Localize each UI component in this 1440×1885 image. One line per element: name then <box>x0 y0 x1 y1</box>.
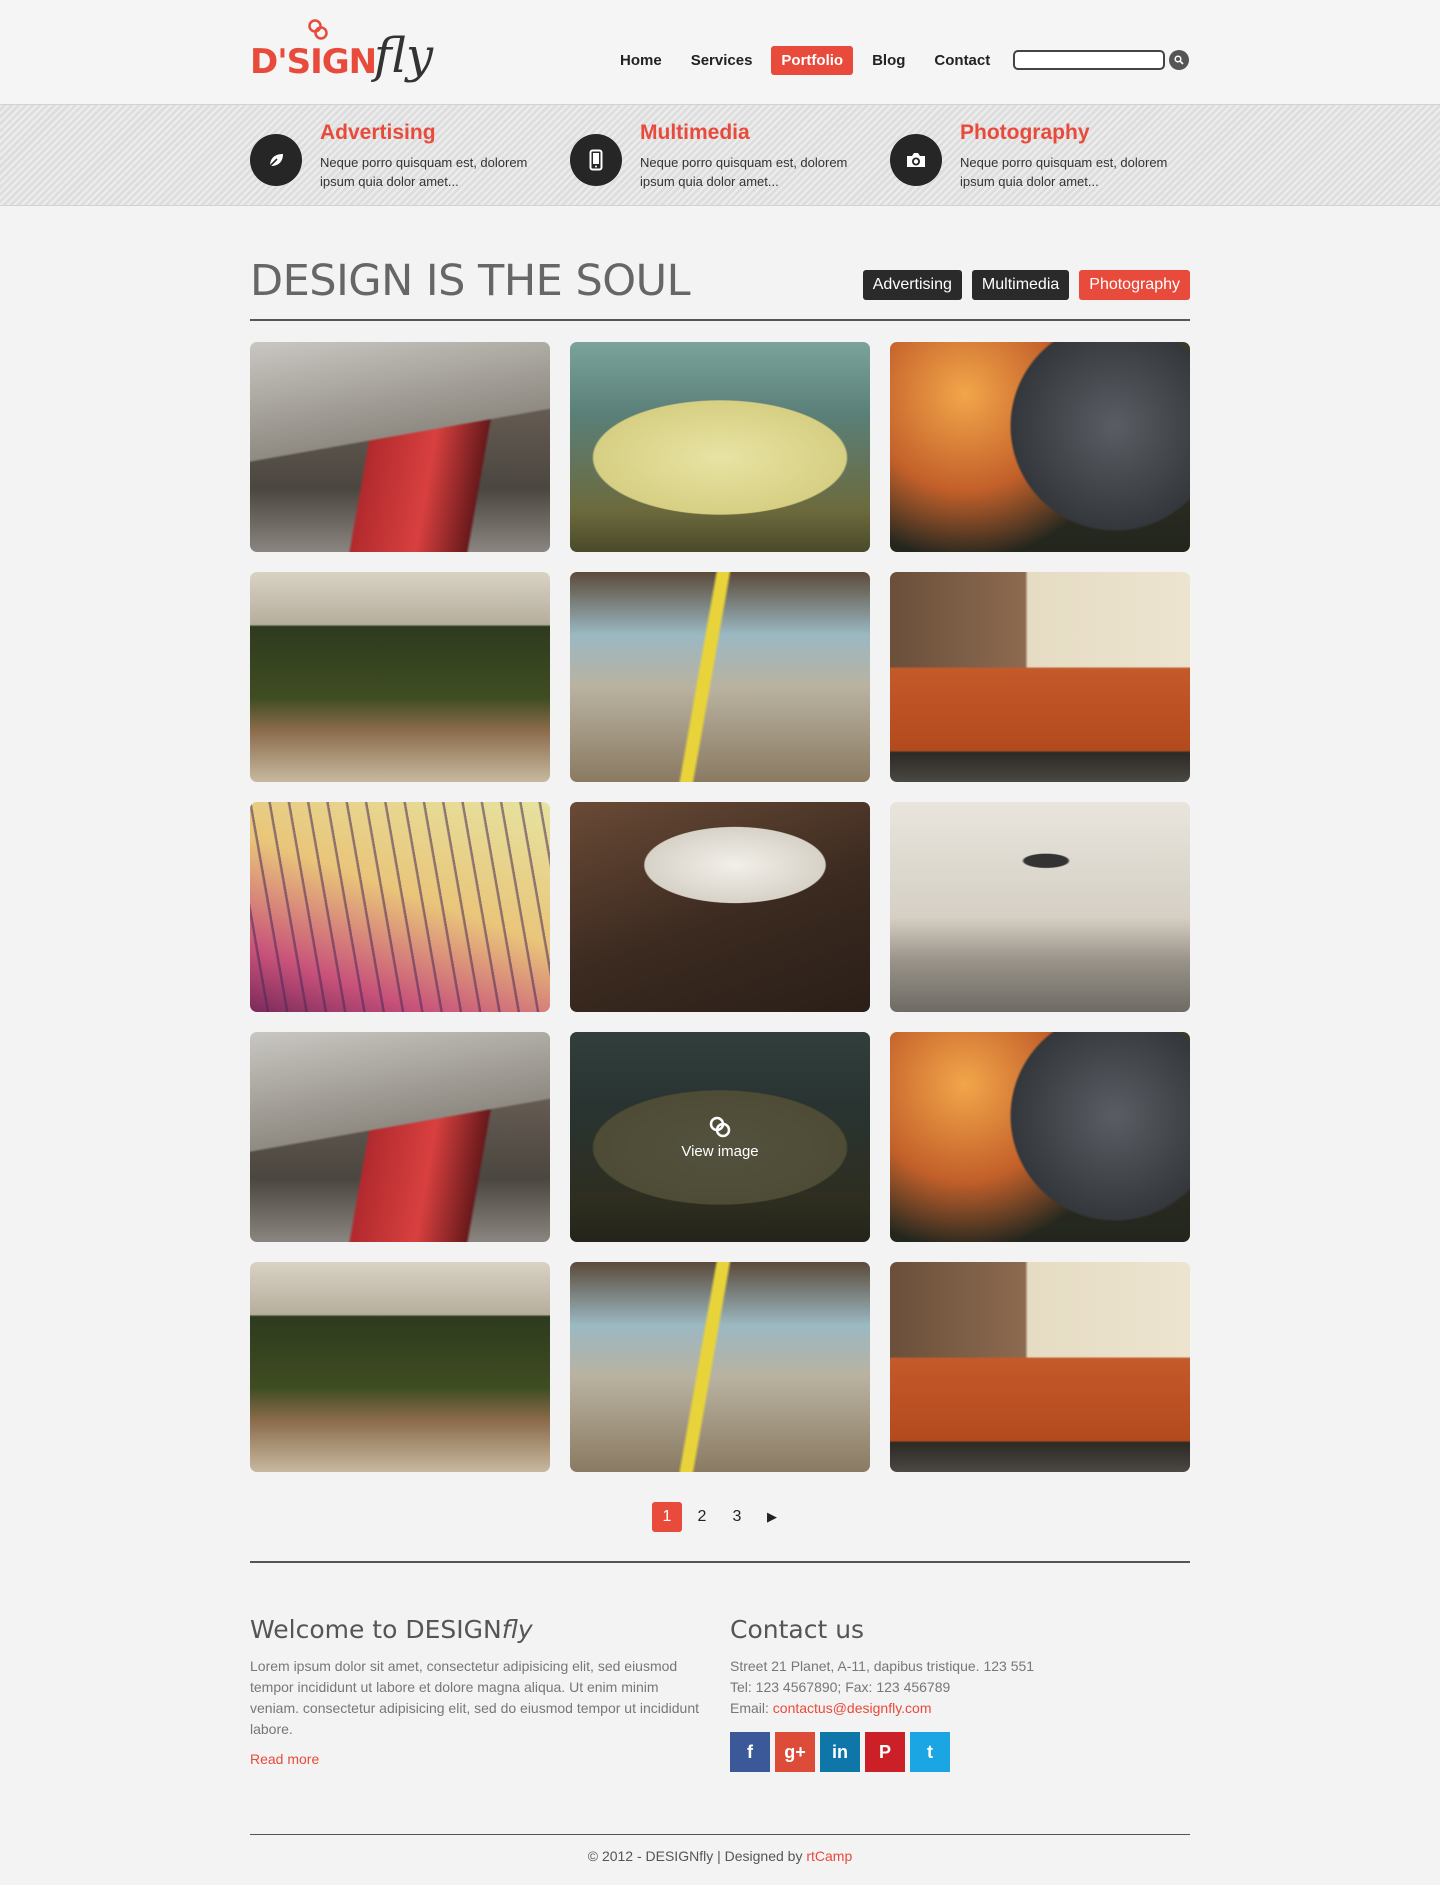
mobile-phone-icon <box>589 149 603 171</box>
nav-blog[interactable]: Blog <box>862 46 915 75</box>
contact-title: Contact us <box>730 1615 865 1644</box>
search-input[interactable] <box>1013 50 1165 70</box>
service-icon-circle <box>250 134 302 186</box>
view-image-overlay[interactable]: View image <box>570 1032 870 1242</box>
vintage-car-photo[interactable] <box>570 342 870 552</box>
service-photography[interactable]: Photography Neque porro quisquam est, do… <box>890 119 1190 199</box>
train-platform-photo[interactable] <box>570 572 870 782</box>
nav-home[interactable]: Home <box>610 46 672 75</box>
paragliders-photo[interactable] <box>890 802 1190 1012</box>
orange-van-photo[interactable] <box>890 572 1190 782</box>
service-text: Neque porro quisquam est, dolorem ipsum … <box>640 155 848 189</box>
divider <box>250 1561 1190 1563</box>
park-crowd-photo[interactable] <box>250 1262 550 1472</box>
contact-phone: Tel: 123 4567890; Fax: 123 456789 <box>730 1679 951 1695</box>
welcome-text: Lorem ipsum dolor sit amet, consectetur … <box>250 1658 700 1737</box>
view-image-icon <box>709 1116 731 1137</box>
vintage-car-photo[interactable]: View image <box>570 1032 870 1242</box>
nav-contact[interactable]: Contact <box>924 46 1000 75</box>
service-text: Neque porro quisquam est, dolorem ipsum … <box>320 155 528 189</box>
designer-link[interactable]: rtCamp <box>806 1848 852 1864</box>
filter-advertising[interactable]: Advertising <box>862 270 962 300</box>
copyright-text: © 2012 - DESIGNfly | Designed by <box>587 1848 807 1864</box>
google-plus-icon[interactable]: g+ <box>775 1732 815 1772</box>
camera-icon <box>907 153 925 167</box>
service-title: Multimedia <box>640 121 750 144</box>
leaf-icon <box>268 154 283 168</box>
filter-photography[interactable]: Photography <box>1079 270 1190 300</box>
welcome-title: Welcome to DESIGNfly <box>250 1615 533 1644</box>
park-crowd-photo[interactable] <box>250 572 550 782</box>
copyright: © 2012 - DESIGNfly | Designed by rtCamp <box>0 1848 1440 1864</box>
london-bus-photo[interactable] <box>250 342 550 552</box>
office-chair-photo[interactable] <box>570 802 870 1012</box>
read-more-link[interactable]: Read more <box>250 1749 319 1770</box>
ostrich-selfie-photo[interactable] <box>890 1032 1190 1242</box>
facebook-icon[interactable]: f <box>730 1732 770 1772</box>
service-title: Photography <box>960 121 1090 144</box>
logo-link-icon <box>308 19 328 40</box>
divider <box>250 319 1190 321</box>
contact-email-row: Email: contactus@designfly.com <box>730 1698 932 1719</box>
search-button[interactable] <box>1169 50 1189 70</box>
logo-text: D'SIGN <box>250 42 377 82</box>
orange-van-photo[interactable] <box>890 1262 1190 1472</box>
page-3-button[interactable]: 3 <box>722 1502 752 1532</box>
page-1-button[interactable]: 1 <box>652 1502 682 1532</box>
nav-services[interactable]: Services <box>681 46 763 75</box>
page-title: DESIGN IS THE SOUL <box>250 256 691 306</box>
contact-address: Street 21 Planet, A-11, dapibus tristiqu… <box>730 1658 1035 1674</box>
train-platform-photo[interactable] <box>570 1262 870 1472</box>
site-logo[interactable]: D'SIGN fly <box>250 18 440 98</box>
welcome-title-text: Welcome to DESIGN <box>250 1615 502 1644</box>
search-icon <box>1174 55 1184 65</box>
service-icon-circle <box>570 134 622 186</box>
page-2-button[interactable]: 2 <box>687 1502 717 1532</box>
service-title: Advertising <box>320 121 436 144</box>
services-band: Advertising Neque porro quisquam est, do… <box>0 104 1440 206</box>
pagination: 1 2 3 ▶ <box>652 1502 792 1532</box>
next-page-icon[interactable]: ▶ <box>757 1502 787 1532</box>
ostrich-selfie-photo[interactable] <box>890 342 1190 552</box>
service-icon-circle <box>890 134 942 186</box>
service-advertising[interactable]: Advertising Neque porro quisquam est, do… <box>250 119 550 199</box>
service-text: Neque porro quisquam est, dolorem ipsum … <box>960 155 1168 189</box>
service-multimedia[interactable]: Multimedia Neque porro quisquam est, dol… <box>570 119 870 199</box>
view-image-label: View image <box>681 1142 759 1160</box>
divider <box>250 1834 1190 1835</box>
social-links: f g+ in Pt <box>730 1732 955 1772</box>
pinterest-icon[interactable]: P <box>865 1732 905 1772</box>
welcome-title-italic: fly <box>501 1615 533 1644</box>
main-nav: Home Services Portfolio Blog Contact <box>610 45 1009 75</box>
linkedin-icon[interactable]: in <box>820 1732 860 1772</box>
filter-multimedia[interactable]: Multimedia <box>971 270 1070 300</box>
bare-trees-photo[interactable] <box>250 802 550 1012</box>
contact-email-link[interactable]: contactus@designfly.com <box>773 1700 932 1716</box>
nav-portfolio[interactable]: Portfolio <box>771 45 854 75</box>
contact-email-label: Email: <box>730 1700 773 1716</box>
portfolio-filters: Advertising Multimedia Photography <box>853 270 1190 300</box>
logo-script-text: fly <box>374 28 434 84</box>
london-bus-photo[interactable] <box>250 1032 550 1242</box>
twitter-icon[interactable]: t <box>910 1732 950 1772</box>
